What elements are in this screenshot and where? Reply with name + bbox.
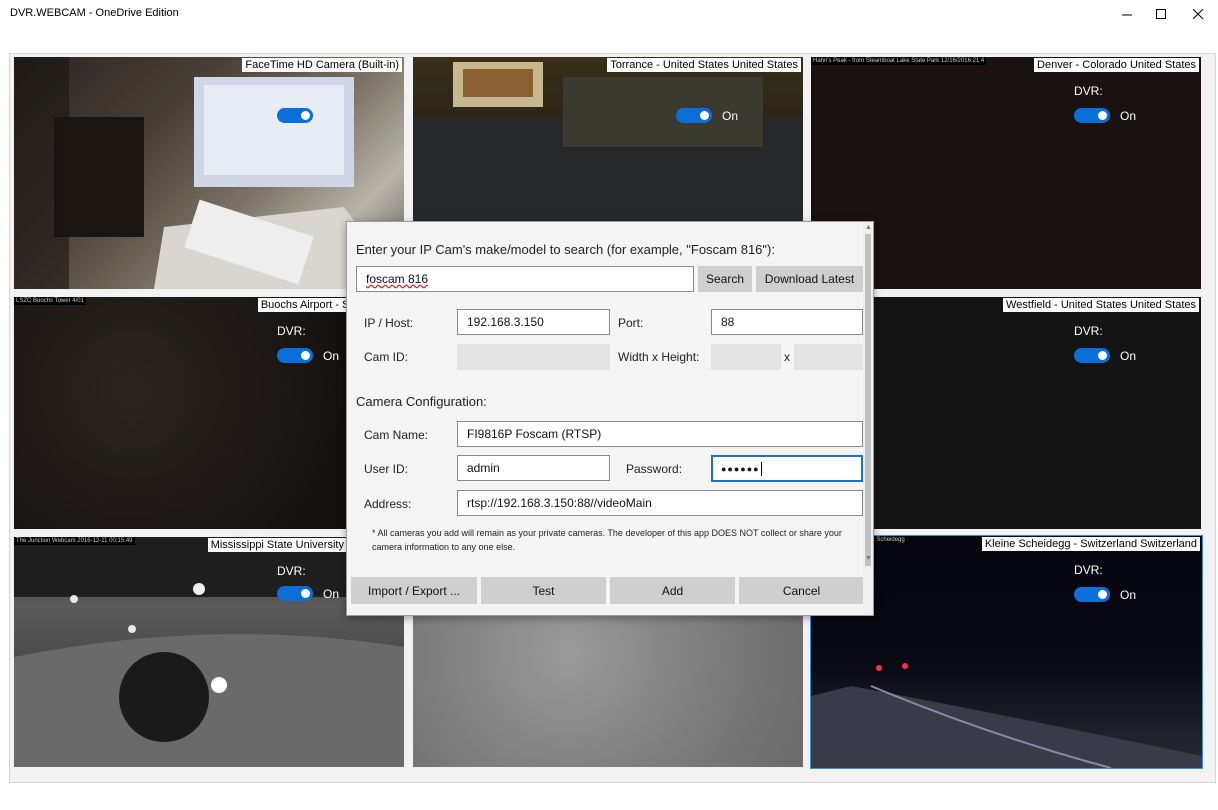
minimize-icon [1121,14,1132,15]
password-input[interactable]: ●●●●●● [711,455,863,482]
test-button[interactable]: Test [481,577,606,604]
add-button[interactable]: Add [610,577,735,604]
dvr-label: DVR: [1074,563,1103,577]
scroll-down-icon[interactable]: ▼ [865,555,872,562]
width-height-separator: x [784,350,790,364]
dvr-state-label: On [1120,588,1137,602]
dvr-toggle[interactable] [277,108,313,123]
dvr-toggle[interactable] [277,348,313,363]
camera-feed [413,62,803,222]
close-icon [1192,8,1203,19]
address-input[interactable]: rtsp://192.168.3.150:88//videoMain [457,490,863,516]
app-title: DVR.WEBCAM - OneDrive Edition [10,7,179,19]
dvr-state-label: On [722,109,739,123]
scrollbar-thumb[interactable] [865,234,871,566]
scroll-up-icon[interactable]: ▲ [865,224,872,231]
width-height-label: Width x Height: [618,350,700,364]
dvr-label: DVR: [1074,324,1103,338]
dvr-state-label: On [323,587,340,601]
address-label: Address: [364,497,412,511]
minimize-button[interactable] [1110,0,1144,28]
user-id-input[interactable]: admin [457,455,610,481]
cam-id-label: Cam ID: [364,350,409,364]
camera-name: Torrance - United States United States [607,58,801,72]
width-input [711,344,781,370]
password-label: Password: [626,462,683,476]
dvr-state-label: On [1120,349,1137,363]
camera-tile[interactable]: Torrance - United States United States O… [413,57,803,222]
cancel-button[interactable]: Cancel [739,577,864,604]
maximize-button[interactable] [1144,0,1178,28]
user-id-label: User ID: [364,462,409,476]
dvr-toggle[interactable] [1074,348,1110,363]
port-input[interactable]: 88 [711,309,863,335]
download-latest-button[interactable]: Download Latest [756,266,863,292]
camera-name: Westfield - United States United States [1003,298,1199,312]
port-label: Port: [618,316,644,330]
add-camera-dialog: Enter your IP Cam's make/model to search… [346,221,874,616]
import-export-button[interactable]: Import / Export ... [351,577,477,604]
camera-overlay-text: LSZC Buochs Tower 4/01 [14,297,86,305]
dvr-toggle[interactable] [1074,587,1110,602]
close-button[interactable] [1181,0,1215,28]
ip-host-input[interactable]: 192.168.3.150 [457,309,610,335]
dialog-scrollbar[interactable]: ▲ ▼ [863,222,873,615]
dvr-toggle[interactable] [676,108,712,123]
title-bar: DVR.WEBCAM - OneDrive Edition [0,0,1218,28]
dvr-label: DVR: [277,564,306,578]
maximize-icon [1155,8,1166,19]
height-input [794,344,863,370]
dvr-toggle[interactable] [1074,108,1110,123]
camera-name: FaceTime HD Camera (Built-in) [242,58,402,72]
search-input[interactable]: foscam 816 [356,266,694,292]
privacy-note: * All cameras you add will remain as you… [372,528,842,552]
camera-name: Kleine Scheidegg - Switzerland Switzerla… [981,537,1200,551]
camera-name: Denver - Colorado United States [1034,58,1199,72]
cam-id-input [457,344,610,370]
search-prompt: Enter your IP Cam's make/model to search… [356,242,775,257]
dvr-state-label: On [323,349,340,363]
dvr-label: DVR: [277,324,306,338]
camera-overlay-text: The Junction Webcam 2016-12-11 00:15:49 [14,537,135,545]
camera-configuration-heading: Camera Configuration: [356,394,487,409]
cam-name-input[interactable]: FI9816P Foscam (RTSP) [457,421,863,447]
search-button[interactable]: Search [698,266,752,292]
ip-host-label: IP / Host: [364,316,414,330]
dvr-label: DVR: [1074,84,1103,98]
dvr-toggle[interactable] [277,586,313,601]
cam-name-label: Cam Name: [364,428,429,442]
dvr-state-label: On [1120,109,1137,123]
camera-overlay-text: Hahn's Peak - from Steamboat Lake State … [811,57,987,65]
